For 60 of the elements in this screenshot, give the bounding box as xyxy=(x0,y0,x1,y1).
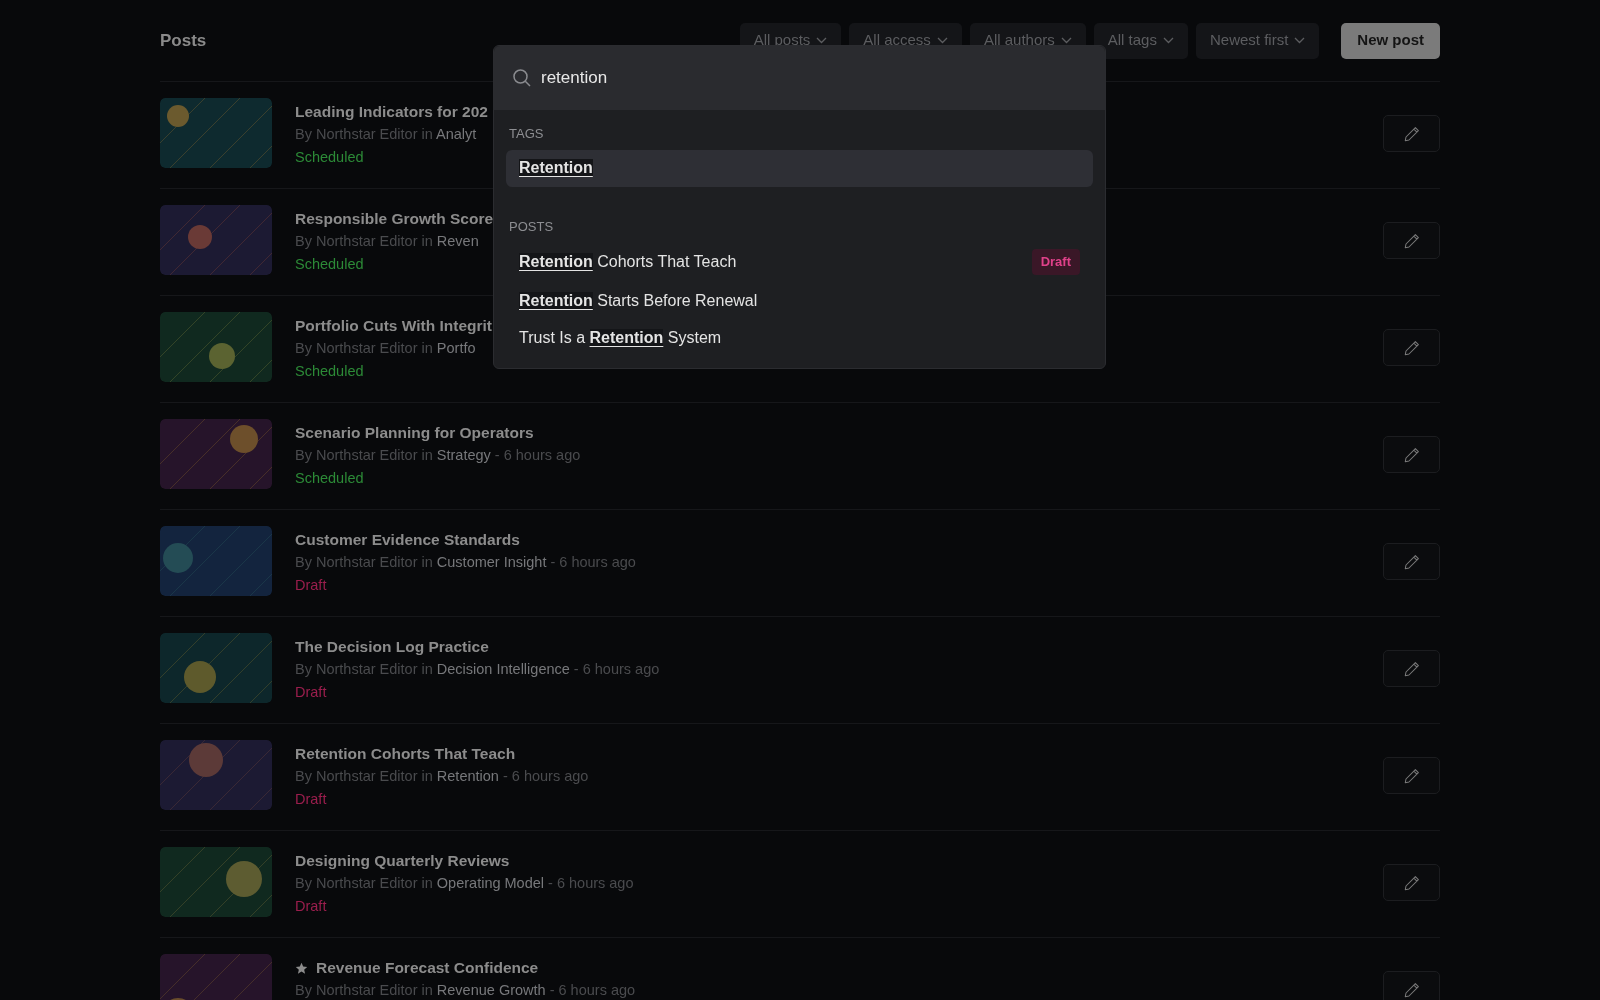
section-label: TAGS xyxy=(508,125,545,143)
edit-button[interactable] xyxy=(1383,329,1440,366)
chevron-icon xyxy=(1294,37,1306,44)
edit-button[interactable] xyxy=(1383,757,1440,794)
edit-button[interactable] xyxy=(1383,222,1440,259)
new-post-button[interactable]: New post xyxy=(1341,22,1440,59)
post-title[interactable]: Revenue Forecast Confidence xyxy=(316,957,539,979)
post-title[interactable]: The Decision Log Practice xyxy=(295,636,489,658)
search-result[interactable]: Trust Is a Retention System xyxy=(506,319,1093,356)
edit-button[interactable] xyxy=(1383,436,1440,473)
page-title: Posts xyxy=(160,29,207,52)
status-label: Scheduled xyxy=(295,255,364,274)
post-meta: By Northstar Editor in Analyt xyxy=(295,125,477,144)
status-label: Scheduled xyxy=(295,148,364,167)
section-label: POSTS xyxy=(508,217,555,236)
pencil-icon xyxy=(1402,766,1421,785)
post-meta: By Northstar Editor in Operating Model - 6 hours ago xyxy=(295,874,634,893)
edit-button[interactable] xyxy=(1383,115,1440,152)
status-label: Draft xyxy=(295,576,327,595)
post-meta: By Northstar Editor in Retention - 6 hours ago xyxy=(295,767,589,786)
search-icon xyxy=(512,68,532,88)
status-label: Draft xyxy=(295,790,327,809)
pencil-icon xyxy=(1402,659,1421,678)
pencil-icon xyxy=(1402,873,1421,892)
chevron-icon xyxy=(1162,37,1174,44)
post-title[interactable]: Designing Quarterly Reviews xyxy=(295,850,510,872)
post-meta: By Northstar Editor in Revenue Growth - 6 hours ago xyxy=(295,981,636,1000)
edit-button[interactable] xyxy=(1383,650,1440,687)
edit-button[interactable] xyxy=(1383,864,1440,901)
pencil-icon xyxy=(1402,124,1421,143)
pencil-icon xyxy=(1402,231,1421,250)
chevron-icon xyxy=(1060,37,1072,44)
post-meta: By Northstar Editor in Customer Insight - 6 hours ago xyxy=(295,553,636,572)
edit-button[interactable] xyxy=(1383,971,1440,1000)
pencil-icon xyxy=(1402,552,1421,571)
post-meta: By Northstar Editor in Decision Intelligence - 6 hours ago xyxy=(295,660,660,679)
pencil-icon xyxy=(1402,445,1421,464)
search-result[interactable]: Retention xyxy=(506,149,1093,187)
chevron-icon xyxy=(816,37,828,44)
pencil-icon xyxy=(1402,980,1421,999)
search-result[interactable]: Retention Starts Before Renewal xyxy=(506,282,1093,319)
pencil-icon xyxy=(1402,338,1421,357)
status-label: Scheduled xyxy=(295,469,364,488)
status-label: Draft xyxy=(295,683,327,702)
status-label: Draft xyxy=(295,897,327,916)
post-title[interactable]: Retention Cohorts That Teach xyxy=(295,743,516,765)
post-meta: By Northstar Editor in Strategy - 6 hours ago xyxy=(295,446,581,465)
post-meta: By Northstar Editor in Reven xyxy=(295,232,479,251)
status-badge: Draft xyxy=(1031,249,1080,275)
status-label: Scheduled xyxy=(295,362,364,381)
post-title[interactable]: Portfolio Cuts With Integrit xyxy=(295,315,493,337)
post-title[interactable]: Customer Evidence Standards xyxy=(295,529,520,551)
post-title[interactable]: Responsible Growth Score xyxy=(295,208,494,230)
search-result[interactable]: Retention Cohorts That Teach Draft xyxy=(506,242,1093,282)
post-meta: By Northstar Editor in Portfo xyxy=(295,339,476,358)
edit-button[interactable] xyxy=(1383,543,1440,580)
post-title[interactable]: Scenario Planning for Operators xyxy=(295,422,534,444)
post-title[interactable]: Leading Indicators for 202 xyxy=(295,101,488,123)
chevron-icon xyxy=(936,37,948,44)
search-field[interactable]: retention xyxy=(494,46,1105,110)
